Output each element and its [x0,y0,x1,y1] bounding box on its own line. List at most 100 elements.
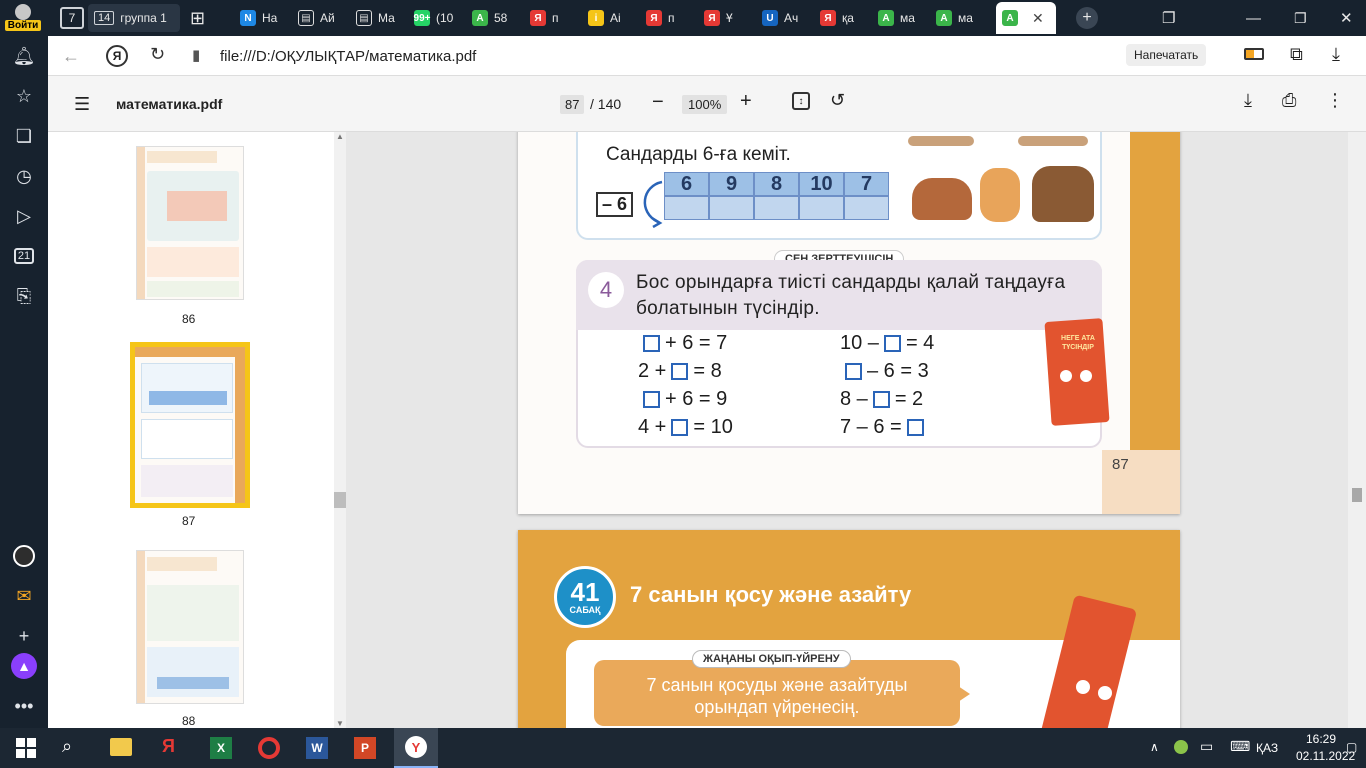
tray-chevron-icon[interactable]: ∧ [1150,740,1159,754]
minimize-icon[interactable]: — [1240,4,1261,32]
yandex-browser-active-icon[interactable]: Y [394,728,438,768]
download-icon[interactable]: ⤓ [1332,44,1340,65]
yandex-app-icon[interactable]: Я [162,736,175,757]
history-icon[interactable]: ◷ [10,162,38,190]
browser-tab[interactable]: ▤ Ма [350,4,404,32]
clock-time[interactable]: 16:29 [1306,732,1336,746]
print-button[interactable]: Напечатать [1126,44,1207,66]
thumbnail-87[interactable] [130,342,250,508]
browser-tab[interactable]: A 58 [466,4,520,32]
windows-taskbar: ⌕ Я X W P Y ∧ ▭ ⌨ ҚАЗ 16:29 02.11.2022 ▢ [0,728,1366,768]
more-icon[interactable]: ••• [10,692,38,720]
extensions-icon[interactable]: ⧉ [1290,44,1303,65]
equation-right-part: = 4 [905,332,935,354]
equation-right-part: + 6 = 9 [665,388,728,410]
thumbnail-86[interactable] [136,146,244,300]
zoom-level-input[interactable]: 100% [682,95,728,114]
mail-icon[interactable]: ✉ [10,582,38,610]
star-icon[interactable]: ☆ [10,82,38,110]
fit-page-icon[interactable]: ↕ [792,92,810,110]
dogs-illustration [908,136,1100,226]
tab-favicon-icon: A [878,10,894,26]
notifications-icon[interactable]: ▢ [1346,740,1357,754]
browser-tab[interactable]: Aма [872,4,926,32]
word-icon[interactable]: W [306,737,328,759]
browser-sidebar: 🔔︎ ☆ ❏ ◷ ▷ 21 ⎘ ✉ + ▲ ••• [0,36,48,728]
login-button[interactable]: Войти [2,2,44,34]
screenshot-icon[interactable]: ⎘ [10,282,38,310]
answer-box[interactable] [845,363,862,380]
pdf-toolbar: ☰ математика.pdf 87 / 140 − 100% + ↕ ↺ ⤓… [48,76,1366,132]
new-group-icon[interactable]: ⊞ [184,4,205,32]
tab-group[interactable]: 14 группа 1 [88,4,180,32]
pdf-viewer[interactable]: 87 Сандарды 6-ға кеміт. – 6 СЕН ЗЕРТТЕУШ… [346,132,1348,728]
tab-favicon-icon: N [240,10,256,26]
url-field[interactable]: file:///D:/ОҚУЛЫҚТАР/математика.pdf [220,48,476,65]
print-icon[interactable]: ⎙ [1282,90,1296,111]
restore-icon[interactable]: ❐ [1288,4,1307,32]
answer-box[interactable] [643,391,660,408]
answer-box[interactable] [872,391,890,408]
answer-box[interactable] [671,419,689,436]
tab-favicon-icon: A [936,10,952,26]
thumbnail-scrollbar[interactable]: ▲ ▼ [334,132,346,728]
tab-counter[interactable]: 7 [54,4,84,32]
browser-tab[interactable]: Яқа [814,4,868,32]
collections-icon[interactable]: ❏ [10,122,38,150]
add-icon[interactable]: + [10,622,38,650]
rotate-icon[interactable]: ↺ [830,90,845,111]
browser-tab[interactable]: Яп [524,4,578,32]
viewer-scrollbar[interactable] [1348,132,1366,728]
browser-tab[interactable]: Aма [930,4,984,32]
tab-favicon-icon: Я [704,10,720,26]
volume-icon[interactable]: ⌨ [1230,738,1250,755]
reload-icon[interactable]: ↻ [150,44,165,65]
opera-icon[interactable] [258,737,280,759]
collections-icon[interactable]: ❐ [1156,4,1175,32]
thumbnail-88[interactable] [136,550,244,704]
tabs-overview-icon: 7 [60,7,84,29]
powerpoint-icon[interactable]: P [354,737,376,759]
browser-tab[interactable]: ЯҰ [698,4,752,32]
yandex-icon[interactable]: Я [106,45,128,67]
alice-icon[interactable] [10,542,38,570]
browser-tab[interactable]: i Аі [582,4,636,32]
thumbnail-pane: 86 87 88 ▲ ▼ [48,132,346,728]
play-icon[interactable]: ▷ [10,202,38,230]
tab-favicon-icon: Я [646,10,662,26]
more-options-icon[interactable]: ⋮ [1326,90,1344,111]
answer-box[interactable] [883,335,901,352]
page-number-input[interactable]: 87 [560,95,585,114]
download-pdf-icon[interactable]: ⤓ [1244,90,1252,111]
battery-icon[interactable] [1244,48,1264,60]
new-tab-button[interactable]: + [1070,4,1098,32]
browser-tab[interactable]: N На [234,4,288,32]
browser-tab[interactable]: Яп [640,4,694,32]
back-icon[interactable]: ← [62,46,80,67]
tray-display-icon[interactable]: ▭ [1200,738,1213,755]
calendar-icon[interactable]: 21 [10,242,38,270]
bell-icon[interactable]: 🔔︎ [10,42,38,70]
answer-cell [844,196,889,220]
tray-app-icon[interactable] [1174,740,1188,754]
window-close-icon[interactable]: ✕ [1334,4,1353,32]
browser-tab[interactable]: 99+ (10 [408,4,462,32]
zoom-in-icon[interactable]: + [740,90,752,113]
assistant-icon[interactable]: ▲ [10,652,38,680]
close-icon[interactable]: ✕ [1032,10,1044,27]
zoom-out-icon[interactable]: − [652,91,664,114]
search-icon[interactable]: ⌕ [62,736,72,757]
windows-start-icon[interactable] [16,738,36,758]
browser-tab[interactable]: ▤ Ай [292,4,346,32]
file-icon: ▮ [192,47,201,64]
equation-row: 2 + = 8 [638,360,722,383]
answer-box[interactable] [671,363,689,380]
answer-box[interactable] [906,419,924,436]
answer-box[interactable] [643,335,660,352]
explorer-icon[interactable] [110,738,132,756]
browser-tab[interactable]: U Ач [756,4,810,32]
language-indicator[interactable]: ҚАЗ [1256,741,1278,755]
menu-icon[interactable]: ☰ [74,94,90,115]
excel-icon[interactable]: X [210,737,232,759]
tab-active[interactable]: A ✕ [996,2,1056,34]
